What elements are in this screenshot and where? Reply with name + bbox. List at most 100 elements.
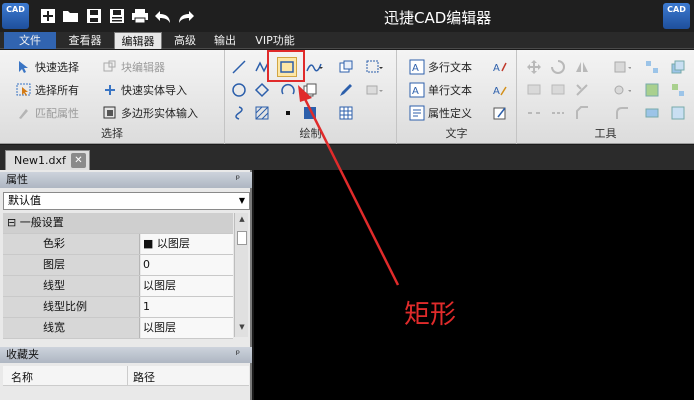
quick-entity-import-button[interactable]: 快速实体导入 xyxy=(102,81,187,99)
trim-icon[interactable] xyxy=(573,81,591,99)
text-style-icon[interactable]: A xyxy=(491,58,509,76)
group-icon[interactable] xyxy=(643,81,661,99)
redo-icon[interactable] xyxy=(176,6,195,25)
tab-advanced[interactable]: 高级 xyxy=(168,32,202,49)
match-properties-button[interactable]: 匹配属性 xyxy=(16,104,79,122)
drawing-canvas[interactable] xyxy=(254,170,694,400)
select-window-icon[interactable] xyxy=(365,58,383,76)
array-icon[interactable] xyxy=(643,58,661,76)
property-row-linetype-scale[interactable]: 线型比例 1 xyxy=(3,297,233,318)
text-edit-icon[interactable]: A xyxy=(491,81,509,99)
print-icon[interactable] xyxy=(130,6,149,25)
pin-icon[interactable]: ᵖ xyxy=(236,172,240,188)
property-key: 色彩 xyxy=(3,234,140,254)
scrollbar-thumb[interactable] xyxy=(237,231,247,245)
scale-icon[interactable] xyxy=(613,58,631,76)
property-value[interactable]: 0 xyxy=(141,255,233,275)
property-row-color[interactable]: 色彩 ■ 以图层 xyxy=(3,234,233,255)
tab-editor[interactable]: 编辑器 xyxy=(114,32,162,49)
property-value[interactable]: 1 xyxy=(141,297,233,317)
spline-icon[interactable] xyxy=(305,58,323,76)
rotate-icon[interactable] xyxy=(549,58,567,76)
text-fill-icon[interactable] xyxy=(491,104,509,122)
offset-icon[interactable] xyxy=(525,81,543,99)
document-tab-strip: New1.dxf ✕ xyxy=(0,145,694,170)
property-section-row[interactable]: ⊟ 一般设置 xyxy=(3,213,233,234)
property-row-lineweight[interactable]: 线宽 以图层 xyxy=(3,318,233,339)
property-filter-select[interactable]: 默认值 ▼ xyxy=(3,192,250,210)
attribute-define-button[interactable]: 属性定义 xyxy=(409,104,472,122)
fillet-icon[interactable] xyxy=(613,104,631,122)
insert-block-icon[interactable] xyxy=(337,58,355,76)
tab-vip[interactable]: VIP功能 xyxy=(250,32,300,49)
stretch-icon[interactable] xyxy=(549,81,567,99)
chamfer-icon[interactable] xyxy=(573,104,591,122)
tab-viewer[interactable]: 查看器 xyxy=(62,32,108,49)
column-path[interactable]: 路径 xyxy=(133,369,155,385)
scroll-up-icon[interactable]: ▲ xyxy=(235,215,249,227)
tab-file[interactable]: 文件 xyxy=(4,32,56,49)
tab-output[interactable]: 输出 xyxy=(208,32,242,49)
pin-icon[interactable]: ᵖ xyxy=(236,347,240,363)
favorites-panel-header: 收藏夹 ᵖ xyxy=(0,347,252,363)
table-icon[interactable] xyxy=(337,104,355,122)
app-logo-text-right: CAD xyxy=(667,5,686,14)
circle-icon[interactable] xyxy=(230,81,248,99)
layer-icon[interactable] xyxy=(669,58,687,76)
polygon-draw-icon[interactable] xyxy=(253,81,271,99)
single-text-button[interactable]: A 单行文本 xyxy=(409,81,472,99)
helix-icon[interactable] xyxy=(230,104,248,122)
rectangle-tool-icon[interactable] xyxy=(277,57,297,77)
join-icon[interactable] xyxy=(549,104,567,122)
column-divider[interactable] xyxy=(127,366,128,386)
move-icon[interactable] xyxy=(525,58,543,76)
property-value[interactable]: ■ 以图层 xyxy=(141,234,233,254)
property-value[interactable]: 以图层 xyxy=(141,276,233,296)
close-icon[interactable]: ✕ xyxy=(71,153,86,168)
undo-icon[interactable] xyxy=(153,6,172,25)
app-logo-text: CAD xyxy=(6,5,25,14)
scroll-down-icon[interactable]: ▼ xyxy=(235,323,249,335)
properties-icon[interactable] xyxy=(669,104,687,122)
property-row-layer[interactable]: 图层 0 xyxy=(3,255,233,276)
column-name[interactable]: 名称 xyxy=(11,369,33,385)
mtext-button[interactable]: A 多行文本 xyxy=(409,58,472,76)
save-as-icon[interactable] xyxy=(107,6,126,25)
break-icon[interactable] xyxy=(525,104,543,122)
point-icon[interactable] xyxy=(279,104,297,122)
polyline-icon[interactable] xyxy=(253,58,271,76)
collapse-icon[interactable]: ⊟ xyxy=(7,216,16,229)
new-icon[interactable] xyxy=(38,6,57,25)
mtext-icon: A xyxy=(409,59,425,75)
property-value[interactable]: 以图层 xyxy=(141,318,233,338)
erase-icon[interactable] xyxy=(365,81,383,99)
document-tab[interactable]: New1.dxf ✕ xyxy=(5,150,90,170)
property-row-linetype[interactable]: 线型 以图层 xyxy=(3,276,233,297)
hatch-icon[interactable] xyxy=(253,104,271,122)
polygon-entity-input-button[interactable]: 多边形实体输入 xyxy=(102,104,198,122)
properties-panel-header: 属性 ᵖ xyxy=(0,172,252,188)
arc-icon[interactable] xyxy=(279,81,297,99)
attribute-define-label: 属性定义 xyxy=(428,107,472,120)
svg-text:A: A xyxy=(412,63,419,74)
explode-icon[interactable] xyxy=(613,81,631,99)
properties-scrollbar[interactable]: ▲ ▼ xyxy=(234,213,248,337)
property-key: 线宽 xyxy=(3,318,140,338)
ungroup-icon[interactable] xyxy=(669,81,687,99)
block-editor-button[interactable]: 块编辑器 xyxy=(102,58,165,76)
save-icon[interactable] xyxy=(84,6,103,25)
app-logo-icon[interactable]: CAD xyxy=(2,3,29,29)
line-icon[interactable] xyxy=(230,58,248,76)
single-text-icon: A xyxy=(409,82,425,98)
favorites-panel-title: 收藏夹 xyxy=(6,348,39,361)
draw-group: 绘制 xyxy=(225,50,397,144)
select-group: 快速选择 块编辑器 选择所有 快速实体导入 匹配属性 多边形实体输入 选择 xyxy=(0,50,225,144)
mirror-icon[interactable] xyxy=(573,58,591,76)
pencil-icon[interactable] xyxy=(337,81,355,99)
region-icon[interactable] xyxy=(301,104,319,122)
open-icon[interactable] xyxy=(61,6,80,25)
quick-select-button[interactable]: 快速选择 xyxy=(16,58,79,76)
measure-icon[interactable] xyxy=(643,104,661,122)
copy-entity-icon[interactable] xyxy=(301,81,319,99)
select-all-button[interactable]: 选择所有 xyxy=(16,81,79,99)
